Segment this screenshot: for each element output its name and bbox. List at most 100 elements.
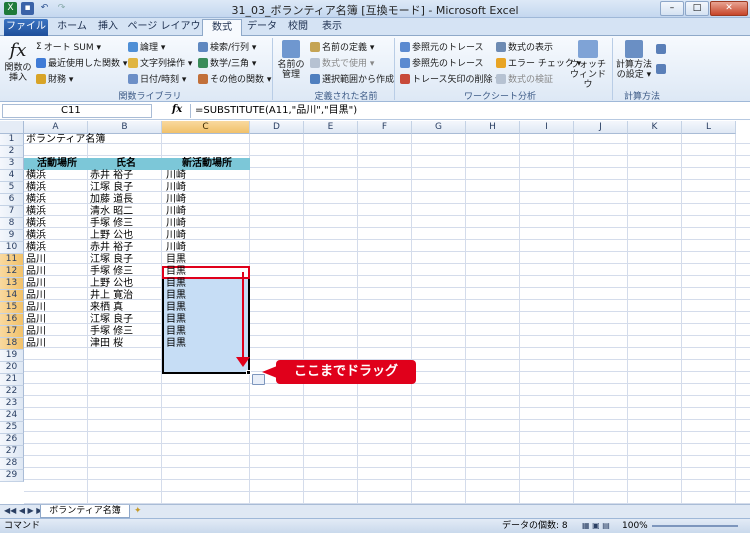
table-cell[interactable]: 手塚 修三: [88, 266, 162, 278]
name-box[interactable]: C11: [2, 104, 152, 118]
fill-handle[interactable]: [246, 370, 251, 375]
lookup-button[interactable]: 検索/行列 ▾: [198, 40, 256, 53]
table-cell[interactable]: 手塚 修三: [88, 218, 162, 230]
calc-sheet-button[interactable]: [656, 64, 666, 74]
table-cell[interactable]: 上野 公也: [88, 278, 162, 290]
logical-button[interactable]: 論理 ▾: [128, 40, 165, 53]
tab-home[interactable]: ホーム: [52, 19, 92, 36]
table-cell[interactable]: 横浜: [24, 182, 88, 194]
math-button[interactable]: 数学/三角 ▾: [198, 56, 256, 69]
column-header-cell[interactable]: 新活動場所: [162, 158, 250, 170]
row-header[interactable]: 25: [0, 422, 24, 434]
column-header[interactable]: C: [162, 121, 250, 134]
tab-data[interactable]: データ: [244, 19, 280, 36]
table-cell[interactable]: 横浜: [24, 242, 88, 254]
name-manager-button[interactable]: 名前の管理: [276, 40, 306, 80]
row-header[interactable]: 10: [0, 242, 24, 254]
row-header[interactable]: 14: [0, 290, 24, 302]
row-header[interactable]: 20: [0, 362, 24, 374]
column-header[interactable]: I: [520, 121, 574, 134]
tab-review[interactable]: 校閲: [282, 19, 314, 36]
table-cell[interactable]: 津田 桜: [88, 338, 162, 350]
row-header[interactable]: 21: [0, 374, 24, 386]
show-formulas-button[interactable]: 数式の表示: [496, 40, 553, 53]
table-cell[interactable]: 川崎: [164, 170, 252, 182]
table-cell[interactable]: 目黒: [164, 254, 252, 266]
row-header[interactable]: 12: [0, 266, 24, 278]
recent-button[interactable]: 最近使用した関数 ▾: [36, 56, 127, 69]
tab-view[interactable]: 表示: [316, 19, 348, 36]
close-button[interactable]: ✕: [710, 1, 748, 16]
zoom-slider[interactable]: [652, 525, 738, 527]
column-header[interactable]: G: [412, 121, 466, 134]
column-header[interactable]: K: [628, 121, 682, 134]
table-cell[interactable]: 川崎: [164, 206, 252, 218]
table-cell[interactable]: 井上 寛治: [88, 290, 162, 302]
formula-input[interactable]: =SUBSTITUTE(A11,"品川","目黒"): [190, 104, 746, 118]
row-header[interactable]: 22: [0, 386, 24, 398]
column-header[interactable]: L: [682, 121, 736, 134]
table-cell[interactable]: 川崎: [164, 230, 252, 242]
table-cell[interactable]: 川崎: [164, 218, 252, 230]
text-button[interactable]: 文字列操作 ▾: [128, 56, 192, 69]
table-cell[interactable]: 江塚 良子: [88, 314, 162, 326]
row-header[interactable]: 28: [0, 458, 24, 470]
table-cell[interactable]: 横浜: [24, 206, 88, 218]
table-cell[interactable]: 目黒: [164, 290, 252, 302]
financial-button[interactable]: 財務 ▾: [36, 72, 73, 85]
table-cell[interactable]: 目黒: [164, 266, 252, 278]
table-cell[interactable]: 川崎: [164, 182, 252, 194]
table-cell[interactable]: 来栖 真: [88, 302, 162, 314]
other-button[interactable]: その他の関数 ▾: [198, 72, 271, 85]
table-cell[interactable]: 品川: [24, 314, 88, 326]
calc-now-button[interactable]: [656, 44, 666, 54]
remove-arrows-button[interactable]: トレース矢印の削除 ▾: [400, 72, 500, 85]
trace-dependents-button[interactable]: 参照先のトレース: [400, 56, 484, 69]
tab-file[interactable]: ファイル: [4, 19, 48, 36]
table-cell[interactable]: 目黒: [164, 278, 252, 290]
create-from-selection-button[interactable]: 選択範囲から作成: [310, 72, 394, 85]
calc-options-button[interactable]: 計算方法の設定 ▾: [614, 40, 654, 80]
use-in-formula-button[interactable]: 数式で使用 ▾: [310, 56, 374, 69]
table-cell[interactable]: 加藤 道長: [88, 194, 162, 206]
tab-page-layout[interactable]: ページ レイアウト: [126, 19, 202, 48]
minimize-button[interactable]: –: [660, 1, 684, 16]
trace-precedents-button[interactable]: 参照元のトレース: [400, 40, 484, 53]
column-header[interactable]: J: [574, 121, 628, 134]
row-header[interactable]: 18: [0, 338, 24, 350]
row-header[interactable]: 4: [0, 170, 24, 182]
column-header[interactable]: A: [24, 121, 88, 134]
define-name-button[interactable]: 名前の定義 ▾: [310, 40, 374, 53]
row-header[interactable]: 2: [0, 146, 24, 158]
column-header[interactable]: F: [358, 121, 412, 134]
table-cell[interactable]: 品川: [24, 266, 88, 278]
table-cell[interactable]: 横浜: [24, 230, 88, 242]
table-cell[interactable]: 品川: [24, 254, 88, 266]
sheet-title[interactable]: ボランティア名簿: [24, 134, 164, 146]
column-header[interactable]: B: [88, 121, 162, 134]
table-cell[interactable]: 赤井 裕子: [88, 242, 162, 254]
table-cell[interactable]: 品川: [24, 290, 88, 302]
row-header[interactable]: 16: [0, 314, 24, 326]
table-cell[interactable]: 江塚 良子: [88, 182, 162, 194]
row-header[interactable]: 24: [0, 410, 24, 422]
column-header[interactable]: E: [304, 121, 358, 134]
table-cell[interactable]: 品川: [24, 278, 88, 290]
row-header[interactable]: 8: [0, 218, 24, 230]
table-cell[interactable]: 川崎: [164, 194, 252, 206]
table-cell[interactable]: 横浜: [24, 218, 88, 230]
row-header[interactable]: 17: [0, 326, 24, 338]
row-header[interactable]: 1: [0, 134, 24, 146]
table-cell[interactable]: 品川: [24, 326, 88, 338]
column-header-cell[interactable]: 活動場所: [24, 158, 88, 170]
row-header[interactable]: 15: [0, 302, 24, 314]
table-cell[interactable]: 目黒: [164, 326, 252, 338]
row-header[interactable]: 11: [0, 254, 24, 266]
row-header[interactable]: 23: [0, 398, 24, 410]
table-cell[interactable]: 川崎: [164, 242, 252, 254]
autosum-button[interactable]: Σ オート SUM ▾: [36, 40, 101, 54]
row-header[interactable]: 7: [0, 206, 24, 218]
table-cell[interactable]: 品川: [24, 302, 88, 314]
column-header[interactable]: H: [466, 121, 520, 134]
row-header[interactable]: 9: [0, 230, 24, 242]
